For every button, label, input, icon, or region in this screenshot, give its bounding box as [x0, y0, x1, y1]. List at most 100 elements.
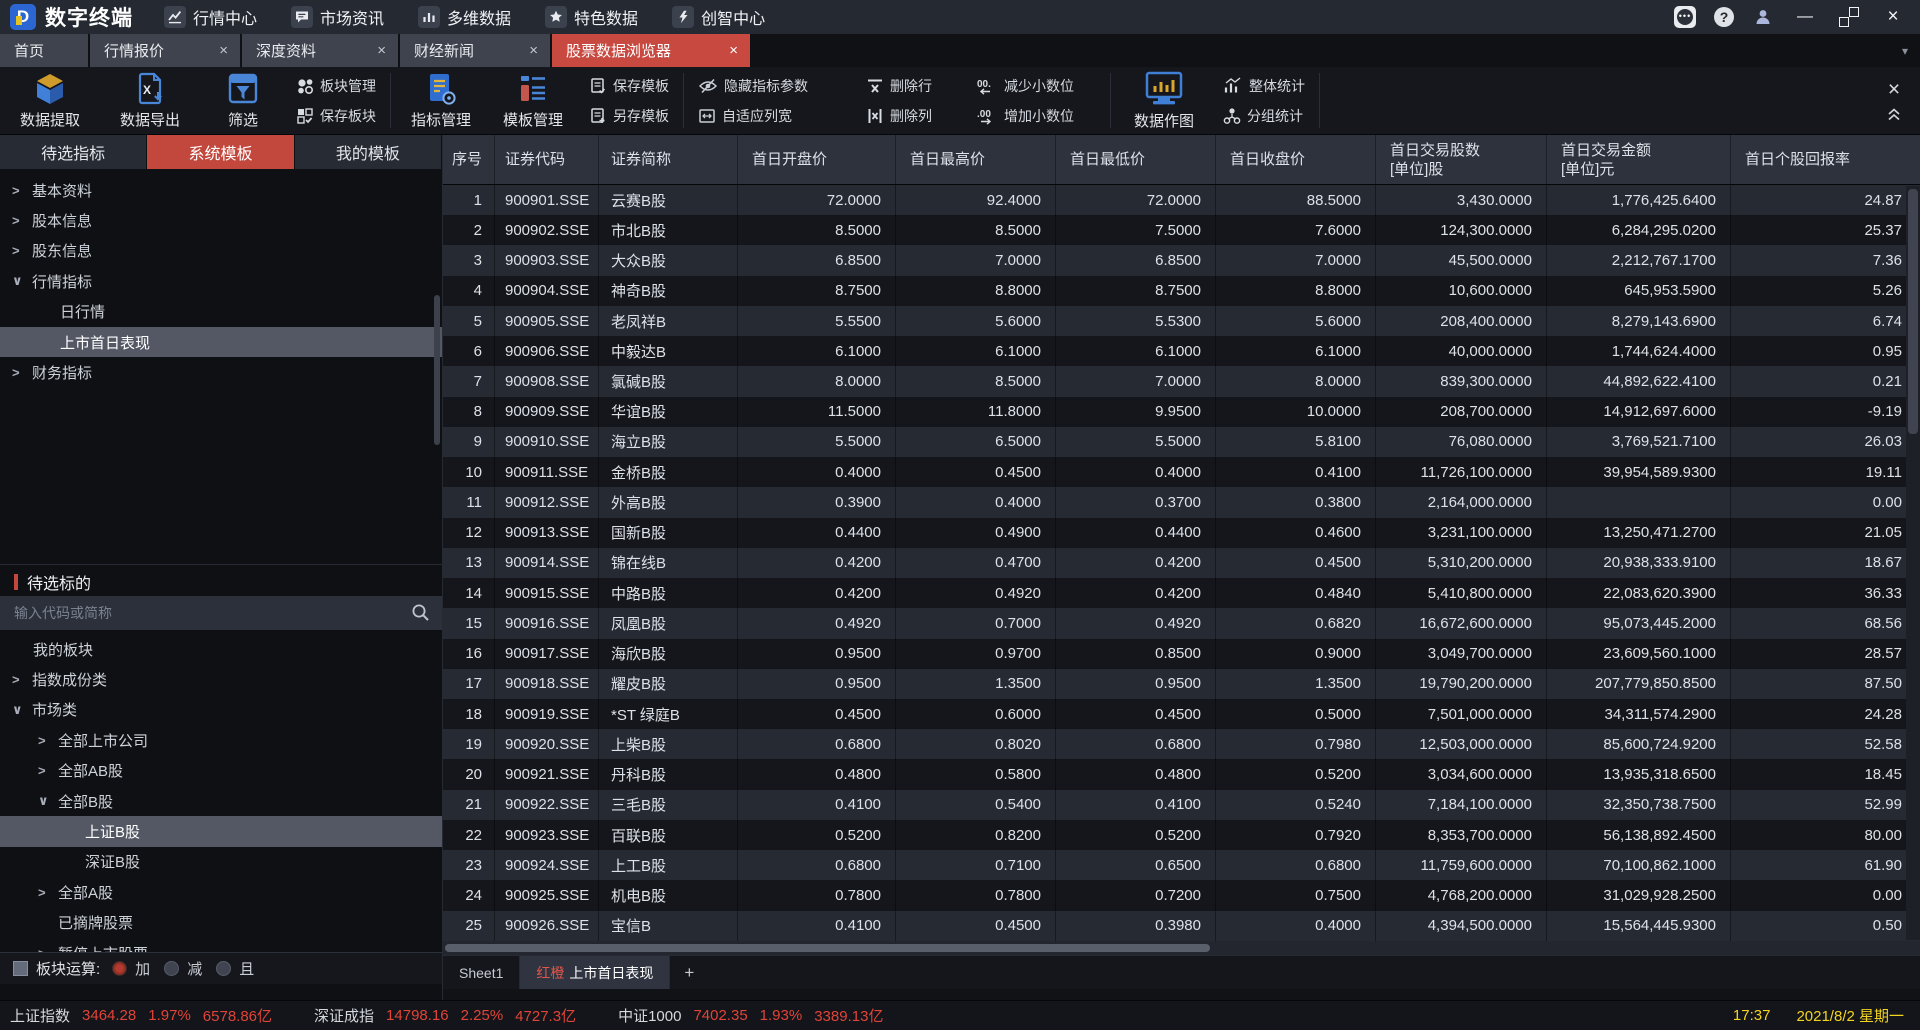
index-quote[interactable]: 深证成指 14798.16 2.25% 4727.3亿 [314, 1005, 576, 1026]
panel-tab[interactable]: 系统模板 [147, 135, 294, 169]
target-tree-item[interactable]: 已摘牌股票 [0, 908, 442, 938]
indicator-manage-button[interactable]: 指标管理 [395, 67, 487, 134]
column-header[interactable]: 首日个股回报率 [1731, 135, 1920, 184]
indicator-tree-item[interactable]: > 基本资料 [0, 175, 442, 205]
autofit-columns-button[interactable]: 自适应列宽 [698, 103, 846, 129]
tab-list-dropdown-icon[interactable]: ▾ [1902, 44, 1920, 58]
column-header[interactable]: 证券简称 [599, 135, 738, 184]
radio-option[interactable]: 加 [112, 958, 150, 979]
close-icon[interactable]: × [703, 42, 738, 59]
close-window-button[interactable]: × [1880, 6, 1906, 28]
filter-button[interactable]: 筛选 [200, 67, 286, 134]
target-tree-item[interactable]: > 全部上市公司 [0, 725, 442, 755]
indicator-tree-item[interactable]: > 股本信息 [0, 205, 442, 235]
data-extract-button[interactable]: 数据提取 [0, 67, 100, 134]
sheet-tab-active[interactable]: 红橙 上市首日表现 [520, 956, 670, 989]
target-tree-item[interactable]: ∨ 全部B股 [0, 786, 442, 816]
indicator-tree-item[interactable]: > 财务指标 [0, 357, 442, 387]
menu-item-multi-data[interactable]: 多维数据 [401, 0, 528, 34]
table-row[interactable]: 19 900920.SSE 上柴B股 0.6800 0.8020 0.6800 … [443, 729, 1920, 759]
table-row[interactable]: 12 900913.SSE 国新B股 0.4400 0.4900 0.4400 … [443, 518, 1920, 548]
column-header[interactable]: 首日最高价 [896, 135, 1056, 184]
help-icon[interactable]: ? [1714, 7, 1734, 27]
table-row[interactable]: 7 900908.SSE 氯碱B股 8.0000 8.5000 7.0000 8… [443, 366, 1920, 396]
column-header[interactable]: 首日开盘价 [738, 135, 896, 184]
target-tree-scrollbar[interactable] [434, 295, 440, 445]
target-tree-item[interactable]: > 全部AB股 [0, 756, 442, 786]
column-header[interactable]: 证券代码 [495, 135, 599, 184]
table-row[interactable]: 22 900923.SSE 百联B股 0.5200 0.8200 0.5200 … [443, 820, 1920, 850]
horizontal-scrollbar[interactable] [443, 941, 1920, 955]
template-manage-button[interactable]: 模板管理 [487, 67, 579, 134]
menu-item-market-news[interactable]: 市场资讯 [274, 0, 401, 34]
search-input[interactable] [0, 605, 442, 621]
close-icon[interactable]: × [503, 42, 538, 59]
sheet-tab-sheet1[interactable]: Sheet1 [443, 956, 520, 989]
menu-item-quote-center[interactable]: 行情中心 [147, 0, 274, 34]
panel-tab[interactable]: 待选指标 [0, 135, 147, 169]
close-icon[interactable]: × [351, 42, 386, 59]
table-row[interactable]: 4 900904.SSE 神奇B股 8.7500 8.8000 8.7500 8… [443, 276, 1920, 306]
menu-item-featured-data[interactable]: 特色数据 [528, 0, 655, 34]
delete-column-button[interactable]: 删除列 [866, 103, 956, 129]
target-tree-item[interactable]: > 全部A股 [0, 877, 442, 907]
data-plot-button[interactable]: 数据作图 [1115, 67, 1213, 134]
increase-decimal-button[interactable]: .00 增加小数位 [976, 103, 1096, 129]
table-row[interactable]: 8 900909.SSE 华谊B股 11.5000 11.8000 9.9500… [443, 397, 1920, 427]
target-tree-item[interactable]: 我的板块 [0, 634, 442, 664]
table-row[interactable]: 20 900921.SSE 丹科B股 0.4800 0.5800 0.4800 … [443, 759, 1920, 789]
horizontal-scroll-thumb[interactable] [445, 944, 1210, 952]
board-save-button[interactable]: 保存板块 [296, 103, 376, 129]
indicator-tree-item[interactable]: ∨ 行情指标 [0, 266, 442, 296]
target-tree-item[interactable]: 上证B股 [0, 816, 442, 846]
table-row[interactable]: 18 900919.SSE *ST 绿庭B 0.4500 0.6000 0.45… [443, 699, 1920, 729]
vertical-scrollbar[interactable] [1906, 186, 1920, 940]
delete-row-button[interactable]: 删除行 [866, 73, 956, 99]
tab-stock-data-browser[interactable]: 股票数据浏览器× [552, 34, 752, 67]
table-row[interactable]: 2 900902.SSE 市北B股 8.5000 8.5000 7.5000 7… [443, 215, 1920, 245]
search-icon[interactable] [411, 603, 430, 627]
tab-finance-news[interactable]: 财经新闻× [400, 34, 552, 67]
column-header[interactable]: 首日交易金额[单位]元 [1547, 135, 1731, 184]
user-icon[interactable] [1752, 6, 1774, 28]
table-row[interactable]: 9 900910.SSE 海立B股 5.5000 6.5000 5.5000 5… [443, 427, 1920, 457]
column-header[interactable]: 首日收盘价 [1216, 135, 1376, 184]
table-row[interactable]: 23 900924.SSE 上工B股 0.6800 0.7100 0.6500 … [443, 850, 1920, 880]
decrease-decimal-button[interactable]: 00. 减少小数位 [976, 73, 1096, 99]
radio-option[interactable]: 且 [216, 958, 254, 979]
indicator-tree-item[interactable]: > 股东信息 [0, 236, 442, 266]
target-tree-item[interactable]: ∨ 市场类 [0, 695, 442, 725]
table-row[interactable]: 11 900912.SSE 外高B股 0.3900 0.4000 0.3700 … [443, 487, 1920, 517]
indicator-tree-item[interactable]: 日行情 [0, 297, 442, 327]
target-tree-item[interactable]: > 指数成份类 [0, 664, 442, 694]
target-tree-item[interactable]: 深证B股 [0, 847, 442, 877]
hide-params-button[interactable]: 隐藏指标参数 [698, 73, 846, 99]
panel-tab[interactable]: 我的模板 [295, 135, 442, 169]
table-row[interactable]: 25 900926.SSE 宝信B 0.4100 0.4500 0.3980 0… [443, 911, 1920, 941]
tab-depth-info[interactable]: 深度资料× [242, 34, 400, 67]
overall-stats-button[interactable]: 整体统计 [1223, 73, 1305, 99]
table-row[interactable]: 6 900906.SSE 中毅达B 6.1000 6.1000 6.1000 6… [443, 336, 1920, 366]
column-header[interactable]: 首日交易股数[单位]股 [1376, 135, 1547, 184]
table-row[interactable]: 24 900925.SSE 机电B股 0.7800 0.7800 0.7200 … [443, 880, 1920, 910]
index-quote[interactable]: 上证指数 3464.28 1.97% 6578.86亿 [10, 1005, 272, 1026]
tab-home[interactable]: 首页 [0, 34, 90, 67]
close-icon[interactable]: × [193, 42, 228, 59]
radio-option[interactable]: 减 [164, 958, 202, 979]
index-quote[interactable]: 中证1000 7402.35 1.93% 3389.13亿 [618, 1005, 883, 1026]
template-save-as-button[interactable]: 另存模板 [589, 103, 669, 129]
add-sheet-button[interactable]: + [670, 956, 708, 989]
table-row[interactable]: 15 900916.SSE 凤凰B股 0.4920 0.7000 0.4920 … [443, 608, 1920, 638]
table-row[interactable]: 13 900914.SSE 锦在线B 0.4200 0.4700 0.4200 … [443, 548, 1920, 578]
table-row[interactable]: 14 900915.SSE 中路B股 0.4200 0.4920 0.4200 … [443, 578, 1920, 608]
table-row[interactable]: 1 900901.SSE 云赛B股 72.0000 92.4000 72.000… [443, 185, 1920, 215]
table-row[interactable]: 5 900905.SSE 老凤祥B 5.5500 5.6000 5.5300 5… [443, 306, 1920, 336]
table-row[interactable]: 21 900922.SSE 三毛B股 0.4100 0.5400 0.4100 … [443, 790, 1920, 820]
table-row[interactable]: 16 900917.SSE 海欣B股 0.9500 0.9700 0.8500 … [443, 639, 1920, 669]
board-manage-button[interactable]: 板块管理 [296, 73, 376, 99]
target-tree-item[interactable]: > 暂停上市股票 [0, 938, 442, 952]
feedback-icon[interactable]: ••• [1674, 6, 1696, 28]
data-export-button[interactable]: X 数据导出 [100, 67, 200, 134]
column-header[interactable]: 首日最低价 [1056, 135, 1216, 184]
tab-quotes[interactable]: 行情报价× [90, 34, 242, 67]
